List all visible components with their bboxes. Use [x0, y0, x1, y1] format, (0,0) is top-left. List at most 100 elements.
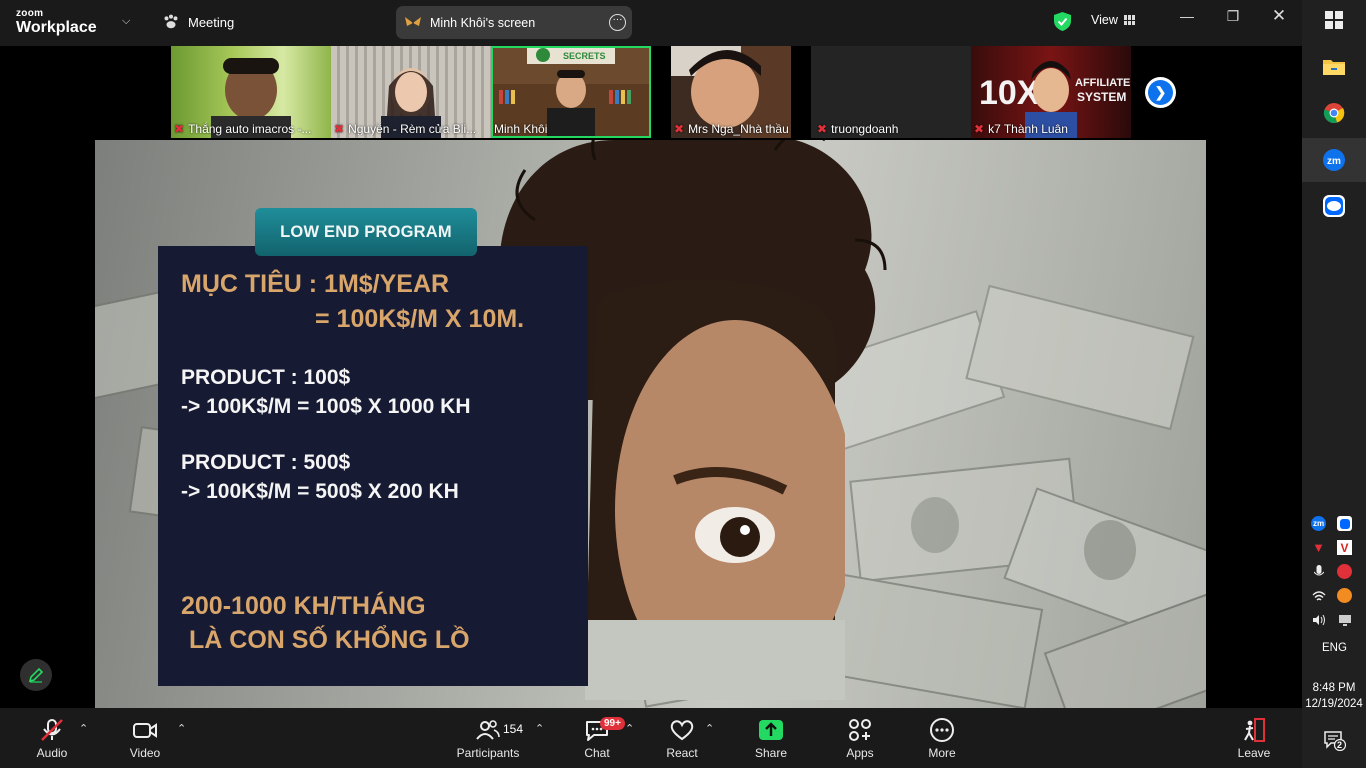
zoom-workplace-logo[interactable]: zoom Workplace — [16, 9, 97, 36]
view-button[interactable]: View — [1091, 13, 1135, 27]
next-page-button[interactable]: ❯ — [1145, 77, 1176, 108]
zoom-taskbar-button[interactable]: zm — [1320, 146, 1348, 174]
participants-label: Participants — [456, 746, 520, 760]
tray-wifi-icon[interactable] — [1311, 588, 1326, 603]
meeting-menu[interactable]: Meeting — [162, 13, 234, 31]
participants-icon — [476, 720, 500, 740]
participants-count: 154 — [503, 722, 524, 736]
folder-icon — [1323, 60, 1345, 75]
meeting-label: Meeting — [188, 14, 235, 30]
notification-icon — [1324, 731, 1347, 752]
participant-tile[interactable]: ✖ Nguyễn - Rèm cửa Bli... — [331, 46, 491, 138]
zoom-app-icon: zm — [1323, 149, 1345, 171]
shared-screen-content: LOW END PROGRAM MỤC TIÊU : 1M$/YEAR = 10… — [95, 140, 1206, 708]
video-camera-icon — [133, 723, 157, 738]
tray-microphone-icon[interactable] — [1311, 564, 1326, 579]
more-button[interactable]: More — [924, 708, 960, 768]
slide-program-tag: LOW END PROGRAM — [255, 208, 477, 256]
close-icon[interactable]: ✕ — [1264, 6, 1294, 26]
apps-label: Apps — [846, 746, 874, 760]
paw-icon — [164, 14, 178, 29]
leave-meeting-button[interactable]: Leave — [1234, 708, 1274, 768]
tray-colorful-app-icon[interactable] — [1337, 588, 1352, 603]
viewing-screen-pill[interactable]: Minh Khôi's screen ··· — [396, 6, 632, 39]
mic-muted-icon: ✖ — [334, 122, 345, 136]
participant-name-tag: ✖ Nguyễn - Rèm cửa Bli... — [334, 122, 489, 136]
participants-options-caret-icon[interactable]: ⌃ — [535, 722, 544, 735]
zoom-title-bar: zoom Workplace ⌵ Meeting Minh Khôi's scr… — [0, 0, 1302, 46]
share-screen-button[interactable]: Share — [752, 708, 790, 768]
zalo-taskbar-button[interactable] — [1320, 192, 1348, 220]
slide-footer-line1: 200-1000 KH/THÁNG — [181, 592, 426, 620]
slide-product2-line2: -> 100K$/M = 500$ X 200 KH — [181, 480, 459, 503]
tray-display-icon[interactable] — [1337, 612, 1352, 627]
annotate-pen-button[interactable] — [20, 659, 52, 691]
chevron-right-icon: ❯ — [1148, 80, 1173, 105]
more-options-icon[interactable]: ··· — [609, 14, 626, 31]
windows-start-button[interactable] — [1320, 6, 1348, 34]
video-button[interactable]: Video — [124, 708, 166, 768]
participant-tile-active-speaker[interactable]: SECRETS Minh Khôi — [491, 46, 651, 138]
tray-volume-icon[interactable] — [1311, 612, 1326, 627]
apps-button[interactable]: Apps — [842, 708, 878, 768]
input-language-indicator[interactable]: ENG — [1322, 642, 1347, 654]
participant-tile[interactable]: ✖ truongdoanh — [811, 46, 971, 138]
encryption-shield-icon[interactable] — [1054, 12, 1071, 31]
butterfly-avatar-icon — [405, 16, 421, 28]
clock-date: 12/19/2024 — [1305, 698, 1363, 710]
affiliate-sign: AFFILIATE — [1075, 77, 1130, 89]
more-label: More — [928, 746, 956, 760]
participant-tile[interactable]: 10X AFFILIATE SYSTEM ✖ k7 Thành Luân — [971, 46, 1131, 138]
participant-name-tag: Minh Khôi — [494, 122, 649, 136]
tenx-sign: 10X — [979, 74, 1040, 112]
audio-button[interactable]: Audio — [30, 708, 74, 768]
react-label: React — [666, 746, 698, 760]
slide-goal-line2: = 100K$/M X 10M. — [315, 305, 525, 333]
tray-zalo-icon[interactable] — [1337, 516, 1352, 531]
audio-options-caret-icon[interactable]: ⌃ — [79, 722, 88, 735]
mic-muted-icon: ✖ — [817, 122, 828, 136]
participant-name: Minh Khôi — [494, 122, 548, 136]
slide-goal-line1: MỤC TIÊU : 1M$/YEAR — [181, 270, 450, 298]
participant-name: k7 Thành Luân — [988, 122, 1068, 136]
chrome-icon — [1323, 103, 1345, 124]
windows-logo-icon — [1325, 11, 1343, 29]
participant-name-tag: ✖ k7 Thành Luân — [974, 122, 1129, 136]
slide-product1-line2: -> 100K$/M = 100$ X 1000 KH — [181, 395, 471, 418]
chevron-down-icon[interactable]: ⌵ — [122, 15, 130, 28]
leave-door-icon — [1244, 718, 1265, 742]
tray-app-icon[interactable] — [1337, 564, 1352, 579]
view-label: View — [1091, 13, 1118, 27]
slide-footer-line2: LÀ CON SỐ KHỔNG LỒ — [189, 626, 470, 654]
participant-name: Nguyễn - Rèm cửa Bli... — [348, 122, 477, 136]
file-explorer-button[interactable] — [1320, 52, 1348, 80]
chat-options-caret-icon[interactable]: ⌃ — [625, 722, 634, 735]
minimize-icon[interactable]: — — [1172, 8, 1202, 24]
chat-label: Chat — [584, 746, 610, 760]
participant-tile[interactable]: ✖ Thắng auto imacros -... — [171, 46, 331, 138]
react-button[interactable]: React — [664, 708, 700, 768]
leave-label: Leave — [1237, 746, 1271, 760]
system-clock[interactable]: 8:48 PM 12/19/2024 — [1302, 680, 1366, 712]
more-dots-icon — [930, 718, 954, 742]
tray-vivaldi-icon[interactable]: V — [1337, 540, 1352, 555]
slide-product2-line1: PRODUCT : 500$ — [181, 451, 351, 474]
video-options-caret-icon[interactable]: ⌃ — [177, 722, 186, 735]
chrome-taskbar-button[interactable] — [1320, 99, 1348, 127]
video-label: Video — [129, 746, 161, 760]
participant-tile[interactable]: ✖Mrs Nga_Nhà thầu th... — [671, 46, 791, 138]
participant-name: Thắng auto imacros -... — [188, 122, 312, 136]
notification-center-button[interactable]: 2 — [1324, 731, 1347, 752]
tray-shield-icon[interactable]: ▼ — [1311, 540, 1326, 555]
brand-line1: zoom — [16, 8, 44, 19]
react-options-caret-icon[interactable]: ⌃ — [705, 722, 714, 735]
participants-button[interactable]: Participants — [452, 708, 524, 768]
secrets-sign: SECRETS — [563, 51, 606, 61]
system-sign: SYSTEM — [1077, 90, 1126, 104]
mic-muted-icon: ✖ — [974, 122, 985, 136]
meeting-toolbar: Audio ⌃ Video ⌃ Participants 154 ⌃ Chat … — [0, 708, 1302, 768]
grid-icon — [1123, 15, 1135, 25]
share-label: Share — [754, 746, 788, 760]
restore-icon[interactable]: ❐ — [1218, 8, 1248, 25]
tray-zoom-icon[interactable]: zm — [1311, 516, 1326, 531]
